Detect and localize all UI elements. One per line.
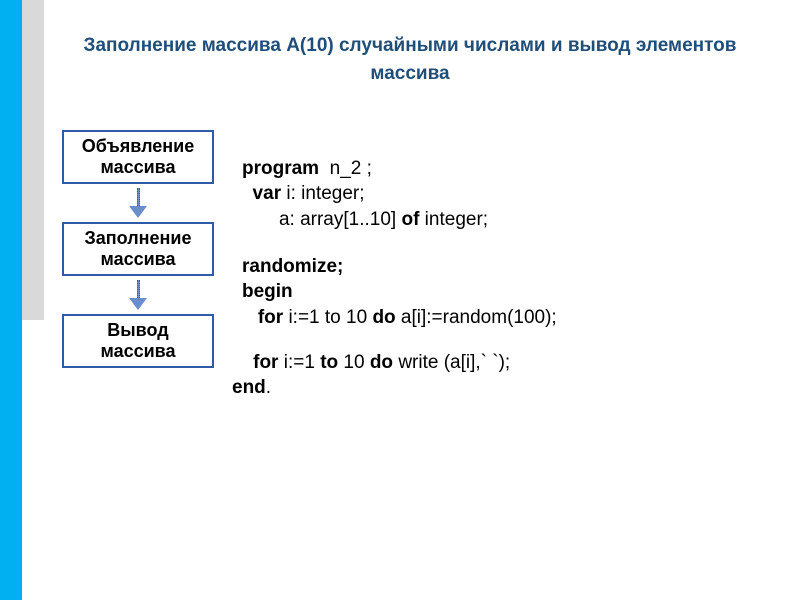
- kw-begin: begin: [242, 281, 293, 302]
- code-text: a: array[1..10]: [242, 209, 401, 230]
- code-text: i: integer;: [281, 183, 364, 204]
- code-text: write (a[i],` `);: [393, 352, 510, 373]
- flow-box-label: Объявление массива: [82, 136, 195, 177]
- kw-end: end: [232, 377, 266, 398]
- code-output: for i:=1 to 10 do write (a[i],` `); end.: [232, 324, 510, 401]
- kw-do: do: [370, 352, 393, 373]
- code-text: i:=1: [278, 352, 320, 373]
- code-text: n_2 ;: [319, 158, 372, 179]
- kw-for: for: [232, 352, 278, 373]
- sidebar-accent-cyan: [0, 0, 22, 600]
- slide-title: Заполнение массива А(10) случайными числ…: [60, 32, 760, 87]
- arrow-down-icon: [128, 280, 148, 310]
- flow-box-fill: Заполнение массива: [62, 222, 214, 276]
- flow-box-label: Заполнение массива: [85, 228, 192, 269]
- sidebar-accent-gray: [22, 0, 44, 320]
- kw-randomize: randomize;: [242, 256, 343, 277]
- code-declare: program n_2 ; var i: integer; a: array[1…: [242, 130, 488, 233]
- kw-to: to: [320, 352, 338, 373]
- kw-program: program: [242, 158, 319, 179]
- kw-of: of: [401, 209, 419, 230]
- flow-box-output: Вывод массива: [62, 314, 214, 368]
- kw-var: var: [242, 183, 281, 204]
- flow-box-label: Вывод массива: [100, 320, 175, 361]
- arrow-down-icon: [128, 188, 148, 218]
- code-fill: randomize; begin for i:=1 to 10 do a[i]:…: [242, 228, 557, 331]
- code-text: integer;: [419, 209, 488, 230]
- code-text: 10: [338, 352, 370, 373]
- code-text: .: [266, 377, 271, 398]
- flow-box-declare: Объявление массива: [62, 130, 214, 184]
